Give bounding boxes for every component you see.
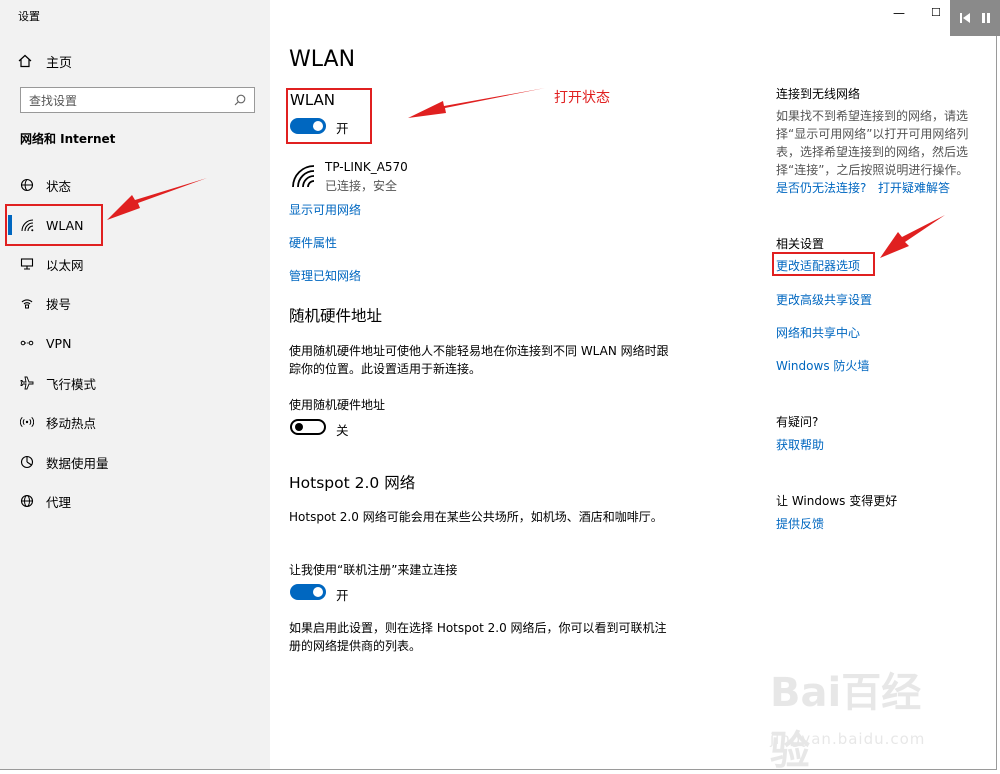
dialup-icon — [18, 294, 36, 312]
airplane-icon — [18, 374, 36, 392]
sidebar-item-airplane[interactable]: 飞行模式 — [10, 368, 260, 398]
hardware-properties-link[interactable]: 硬件属性 — [289, 234, 337, 251]
maximize-button[interactable]: ☐ — [931, 6, 941, 19]
hotspot-toggle-label: 开 — [336, 588, 349, 603]
wifi-signal-icon — [290, 163, 316, 193]
network-sharing-center-link[interactable]: 网络和共享中心 — [776, 324, 860, 341]
media-controls — [950, 0, 1000, 36]
connect-description: 如果找不到希望连接到的网络，请选择“显示可用网络”以打开可用网络列表，选择希望连… — [776, 109, 969, 177]
sidebar-item-label: 飞行模式 — [46, 376, 97, 392]
sidebar: 设置 主页 查找设置 网络和 Internet 状态 WLAN 以太网 拨号 V… — [0, 0, 270, 769]
toggle-knob — [295, 423, 303, 431]
toggle-knob — [313, 587, 323, 597]
question-heading: 有疑问? — [776, 415, 819, 429]
connect-heading: 连接到无线网络 — [776, 87, 861, 101]
hotspot-toggle[interactable] — [290, 584, 326, 600]
sidebar-item-label: 以太网 — [46, 257, 84, 273]
windows-firewall-link[interactable]: Windows 防火墙 — [776, 357, 869, 374]
random-hw-toggle[interactable] — [290, 419, 326, 435]
sidebar-item-vpn[interactable]: VPN — [10, 328, 260, 358]
wlan-toggle-highlight — [286, 88, 372, 144]
network-name[interactable]: TP-LINK_A570 — [325, 160, 408, 174]
manage-known-networks-link[interactable]: 管理已知网络 — [289, 267, 361, 284]
search-placeholder: 查找设置 — [29, 93, 78, 108]
still-cannot-connect-link[interactable]: 是否仍无法连接? — [776, 179, 866, 196]
watermark-url: jingyan.baidu.com — [770, 730, 926, 748]
hotspot-icon — [18, 413, 36, 431]
sidebar-item-data-usage[interactable]: 数据使用量 — [10, 447, 260, 477]
window-title: 设置 — [18, 10, 40, 23]
random-hw-heading: 随机硬件地址 — [289, 307, 383, 325]
skip-back-icon[interactable] — [958, 11, 972, 25]
pause-icon[interactable] — [979, 11, 993, 25]
search-icon — [234, 94, 246, 106]
data-usage-icon — [18, 453, 36, 471]
sidebar-item-label: 代理 — [46, 494, 72, 510]
baidu-watermark: Bai百经验 jingyan.baidu.com — [770, 660, 960, 774]
vpn-icon — [18, 334, 36, 352]
home-icon — [18, 54, 32, 68]
settings-window: 设置 主页 查找设置 网络和 Internet 状态 WLAN 以太网 拨号 V… — [0, 0, 997, 770]
random-hw-toggle-caption: 使用随机硬件地址 — [289, 398, 386, 412]
nav-home-label: 主页 — [46, 55, 73, 71]
page-title: WLAN — [289, 47, 356, 72]
sidebar-item-label: 拨号 — [46, 296, 72, 312]
sidebar-section-heading: 网络和 Internet — [20, 132, 116, 146]
related-settings-heading: 相关设置 — [776, 237, 825, 251]
network-status: 已连接，安全 — [325, 179, 398, 193]
random-hw-description: 使用随机硬件地址可使他人不能轻易地在你连接到不同 WLAN 网络时跟踪你的位置。… — [289, 344, 669, 376]
minimize-button[interactable]: — — [893, 6, 905, 20]
better-windows-heading: 让 Windows 变得更好 — [776, 494, 898, 508]
hotspot-description: Hotspot 2.0 网络可能会用在某些公共场所，如机场、酒店和咖啡厅。 — [289, 510, 663, 524]
adapter-options-highlight — [772, 252, 875, 276]
sidebar-item-label: 状态 — [46, 178, 72, 194]
globe-status-icon — [18, 176, 36, 194]
sidebar-item-label: VPN — [46, 335, 72, 351]
hotspot-heading: Hotspot 2.0 网络 — [289, 474, 416, 492]
sidebar-item-status[interactable]: 状态 — [10, 170, 260, 200]
open-troubleshooter-link[interactable]: 打开疑难解答 — [878, 179, 950, 196]
sidebar-item-dialup[interactable]: 拨号 — [10, 288, 260, 318]
show-available-networks-link[interactable]: 显示可用网络 — [289, 201, 361, 218]
nav-home[interactable]: 主页 — [18, 51, 72, 71]
sidebar-item-hotspot[interactable]: 移动热点 — [10, 407, 260, 437]
search-input[interactable]: 查找设置 — [20, 87, 255, 113]
sidebar-item-ethernet[interactable]: 以太网 — [10, 249, 260, 279]
sidebar-item-proxy[interactable]: 代理 — [10, 486, 260, 516]
get-help-link[interactable]: 获取帮助 — [776, 436, 824, 453]
hotspot-footer-text: 如果启用此设置，则在选择 Hotspot 2.0 网络后，你可以看到可联机注册的… — [289, 621, 667, 653]
globe-icon — [18, 492, 36, 510]
random-hw-toggle-label: 关 — [336, 423, 349, 438]
annotation-text: 打开状态 — [554, 90, 610, 106]
sidebar-item-label: 移动热点 — [46, 415, 97, 431]
hotspot-toggle-caption: 让我使用“联机注册”来建立连接 — [289, 563, 458, 577]
sidebar-item-label: 数据使用量 — [46, 455, 109, 471]
watermark-logo-text: Bai百经验 — [770, 670, 922, 774]
feedback-link[interactable]: 提供反馈 — [776, 515, 824, 532]
sidebar-wlan-highlight — [5, 204, 103, 246]
ethernet-icon — [18, 255, 36, 273]
advanced-sharing-link[interactable]: 更改高级共享设置 — [776, 291, 872, 308]
